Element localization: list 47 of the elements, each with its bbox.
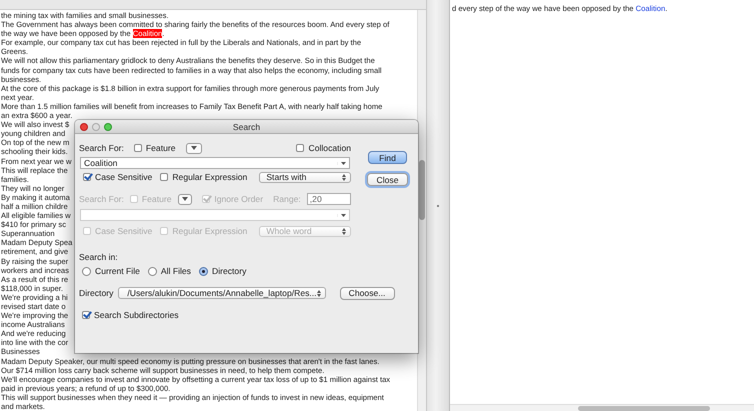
- radio-button[interactable]: [148, 266, 157, 276]
- checkbox-label: Ignore Order: [214, 194, 264, 204]
- checkbox-label: Regular Expression: [172, 172, 248, 182]
- dropdown-button[interactable]: [186, 142, 202, 154]
- field-label: Directory: [79, 288, 114, 298]
- caret-icon: [341, 162, 346, 164]
- stepper-arrows-icon: [342, 174, 346, 180]
- radio-label: Current File: [95, 266, 140, 276]
- scrollbar[interactable]: [450, 404, 754, 411]
- stepper-arrows-icon: [316, 290, 321, 296]
- field-label: Search For:: [79, 143, 124, 153]
- scrollbar[interactable]: [417, 10, 426, 411]
- field-label: Search For:: [79, 194, 124, 204]
- radio-button[interactable]: [82, 266, 91, 276]
- radio-button[interactable]: [198, 266, 208, 276]
- checkbox[interactable]: [160, 173, 168, 181]
- caret-icon: [341, 214, 346, 216]
- stepper-arrows-icon: [342, 228, 346, 234]
- caret-icon: [182, 197, 188, 201]
- dropdown-button[interactable]: [178, 194, 192, 204]
- close-icon[interactable]: [80, 122, 88, 130]
- checkbox[interactable]: [296, 144, 304, 152]
- checkbox[interactable]: [82, 311, 90, 319]
- zoom-icon[interactable]: [104, 122, 112, 130]
- checkbox-label: Search Subdirectories: [94, 310, 179, 320]
- checkbox-label: Feature: [142, 194, 172, 204]
- checkbox-label: Collocation: [308, 143, 351, 153]
- checkbox-label: Regular Expression: [172, 226, 248, 236]
- checkbox-label: Feature: [146, 143, 176, 153]
- combo-field[interactable]: Coalition: [80, 157, 350, 169]
- checkbox-label: Case Sensitive: [95, 172, 152, 182]
- checkbox-label: Case Sensitive: [95, 226, 152, 236]
- field-label: Range:: [273, 194, 301, 204]
- select-field[interactable]: /Users/alukin/Documents/Annabelle_laptop/Res...: [118, 287, 326, 299]
- combo-field[interactable]: [80, 209, 350, 221]
- select-field[interactable]: Starts with: [259, 172, 351, 182]
- checkbox[interactable]: [83, 173, 91, 181]
- choose-button[interactable]: Choose...: [340, 286, 395, 300]
- radio-label: Directory: [212, 266, 246, 276]
- dialog-button[interactable]: Close: [367, 173, 408, 186]
- caret-icon: [190, 146, 197, 150]
- section-label: Search in:: [79, 252, 118, 262]
- minimize-icon[interactable]: [92, 122, 100, 130]
- dialog-button[interactable]: Find: [368, 151, 407, 164]
- dialog-title: Search: [232, 122, 260, 132]
- checkbox[interactable]: [134, 144, 142, 152]
- radio-label: All Files: [160, 266, 191, 276]
